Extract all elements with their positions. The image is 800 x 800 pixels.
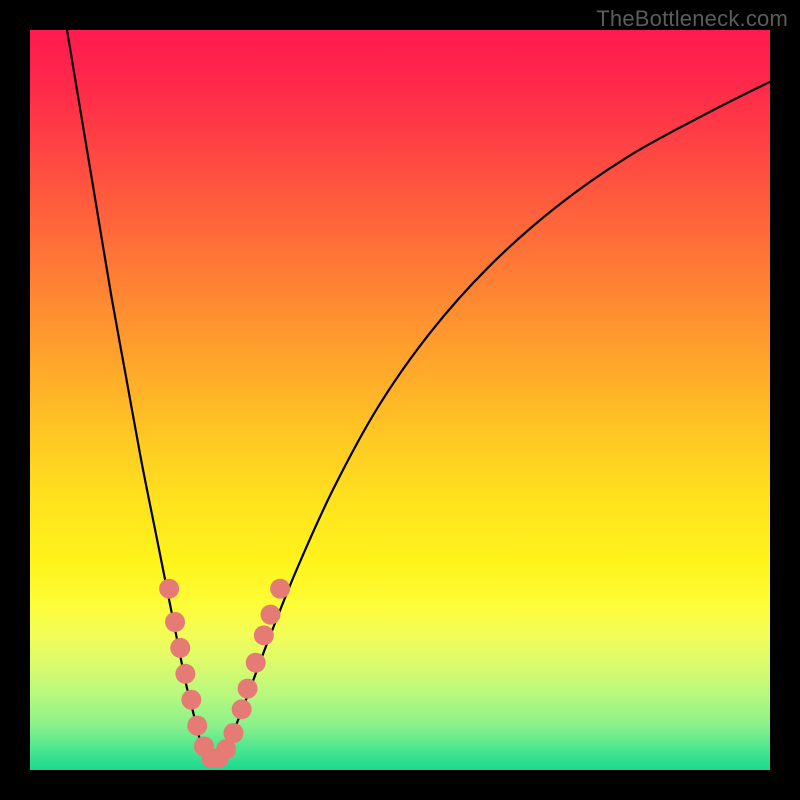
- plot-area: [30, 30, 770, 770]
- curve-marker: [159, 579, 179, 599]
- curve-markers: [159, 579, 290, 768]
- curve-marker: [224, 723, 244, 743]
- curve-marker: [232, 699, 252, 719]
- watermark-text: TheBottleneck.com: [596, 6, 788, 32]
- curve-marker: [238, 679, 258, 699]
- curve-marker: [170, 638, 190, 658]
- curve-marker: [181, 690, 201, 710]
- curve-svg: [30, 30, 770, 770]
- curve-marker: [254, 625, 274, 645]
- curve-marker: [165, 612, 185, 632]
- chart-frame: TheBottleneck.com: [0, 0, 800, 800]
- curve-marker: [270, 579, 290, 599]
- curve-marker: [175, 664, 195, 684]
- curve-marker: [261, 605, 281, 625]
- curve-marker: [187, 716, 207, 736]
- curve-marker: [246, 653, 266, 673]
